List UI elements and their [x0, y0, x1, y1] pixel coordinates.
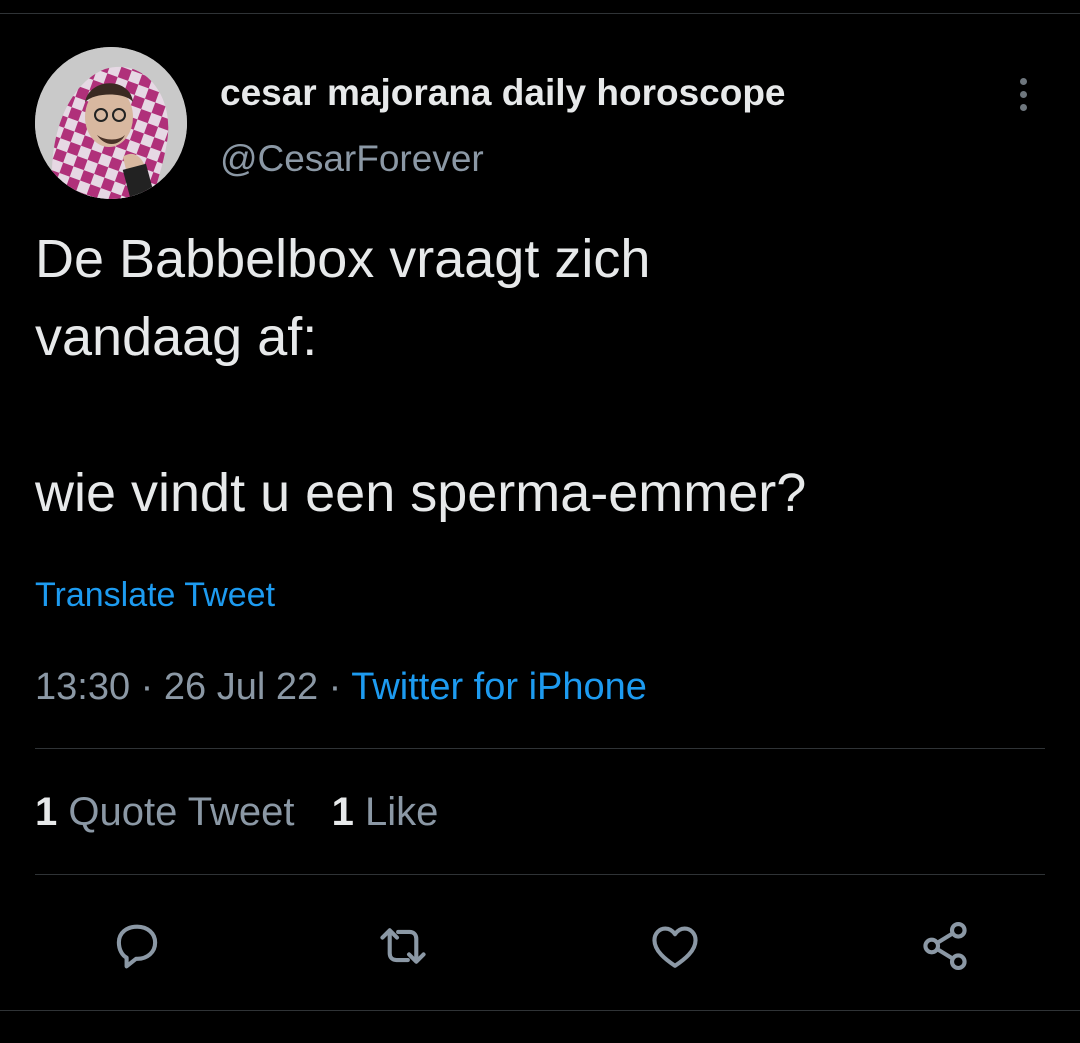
avatar-image — [35, 47, 187, 199]
divider — [35, 874, 1045, 875]
engagement-stats: 1 Quote Tweet 1 Like — [35, 790, 464, 835]
share-button[interactable] — [914, 915, 976, 977]
avatar[interactable] — [35, 47, 187, 199]
likes-stat[interactable]: 1 Like — [332, 790, 439, 834]
meta-separator: · — [140, 666, 154, 708]
like-count: 1 — [331, 790, 354, 834]
more-dot-icon — [1019, 77, 1027, 85]
share-icon — [923, 921, 967, 971]
meta-separator: · — [328, 666, 342, 708]
quote-tweets-stat[interactable]: 1 Quote Tweet — [35, 790, 306, 834]
tweet-text-line: vandaag af: — [35, 307, 318, 367]
retweet-button[interactable] — [372, 915, 434, 977]
bottom-divider — [0, 1010, 1080, 1011]
display-name[interactable]: cesar majorana daily horoscope — [220, 72, 786, 114]
heart-icon — [652, 926, 698, 968]
more-dot-icon — [1019, 103, 1027, 111]
reply-icon — [116, 924, 158, 969]
more-dot-icon — [1019, 90, 1027, 98]
tweet-metadata: 13:30 · 26 Jul 22 · Twitter for iPhone — [35, 666, 647, 709]
tweet-text-line: De Babbelbox vraagt zich — [35, 229, 651, 289]
top-divider — [0, 13, 1080, 14]
divider — [35, 748, 1045, 749]
tweet-date[interactable]: 26 Jul 22 — [164, 666, 318, 708]
retweet-icon — [380, 928, 426, 964]
tweet-text: De Babbelbox vraagt zich vandaag af: wie… — [35, 220, 1045, 532]
like-label: Like — [364, 790, 439, 834]
tweet-source-link[interactable]: Twitter for iPhone — [351, 666, 647, 708]
quote-label: Quote Tweet — [68, 790, 295, 834]
quote-count: 1 — [35, 790, 58, 834]
tweet-text-line: wie vindt u een sperma-emmer? — [35, 463, 807, 523]
like-button[interactable] — [644, 915, 706, 977]
tweet-time[interactable]: 13:30 — [35, 666, 130, 708]
user-handle[interactable]: @CesarForever — [220, 138, 484, 180]
more-options-button[interactable] — [1005, 72, 1041, 116]
reply-button[interactable] — [106, 915, 168, 977]
translate-tweet-link[interactable]: Translate Tweet — [35, 576, 275, 615]
